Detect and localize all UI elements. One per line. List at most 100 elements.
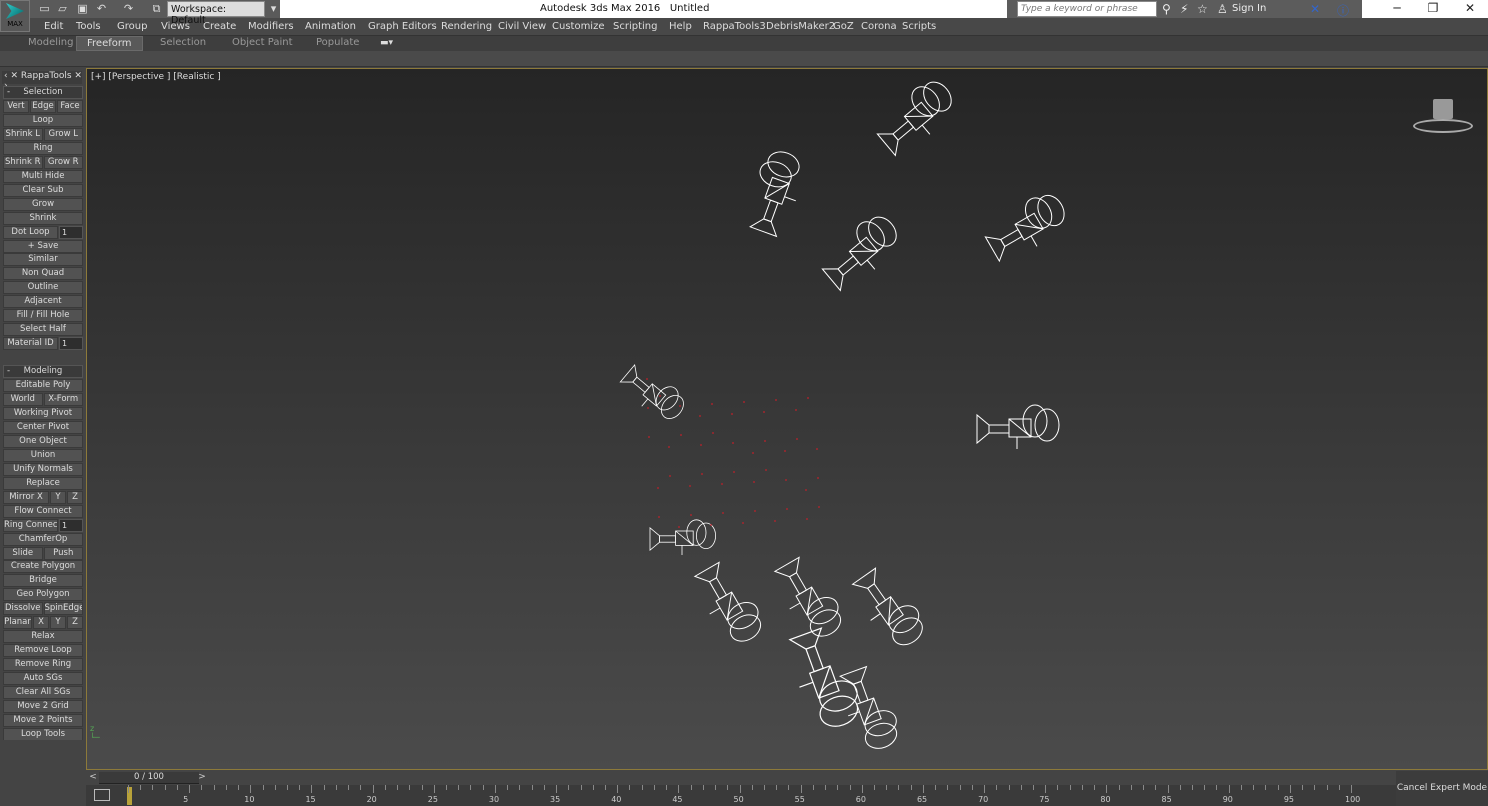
camera-rig-wireframe[interactable] [816,209,907,295]
remove-loop-button[interactable]: Remove Loop [3,644,83,658]
prev-frame-button[interactable]: < [87,772,99,784]
clear-sub-button[interactable]: Clear Sub [3,183,83,197]
mirror-x-button[interactable]: Mirror X [3,490,49,504]
spinner[interactable]: 1 [59,518,83,532]
spinner[interactable]: 1 [59,337,83,351]
camera-rig-wireframe[interactable] [741,146,810,238]
non-quad-button[interactable]: Non Quad [3,267,83,281]
grow-button[interactable]: Grow [3,197,83,211]
camera-rig-wireframe[interactable] [617,359,690,428]
union-button[interactable]: Union [3,448,83,462]
undo-icon[interactable]: ↶ [95,2,108,15]
favorites-star-icon[interactable]: ☆ [1197,2,1208,16]
rollout-modeling[interactable]: - Modeling [3,365,83,379]
x-form-button[interactable]: X-Form [43,393,83,407]
sign-in-button[interactable]: Sign In [1232,3,1266,14]
menu-tools[interactable]: Tools [76,21,101,32]
tab-object-paint[interactable]: Object Paint [222,36,303,51]
planar-button[interactable]: Planar [3,616,32,630]
vert-button[interactable]: Vert [3,100,29,113]
chamferop-button[interactable]: ChamferOp [3,532,83,546]
z-button[interactable]: Z [67,490,83,504]
y-button[interactable]: Y [50,490,66,504]
workspace-dropdown[interactable]: Workspace: Default [167,1,265,26]
rollout-selection[interactable]: - Selection [3,86,83,99]
relax-button[interactable]: Relax [3,630,83,644]
menu-goz[interactable]: GoZ [833,21,854,32]
camera-rig-wireframe[interactable] [980,187,1073,266]
menu-help[interactable]: Help [669,21,692,32]
perspective-viewport[interactable]: [+] [Perspective ] [Realistic ] z └─ [86,68,1488,770]
time-slider[interactable]: < 0 / 100 > [86,771,1396,785]
curve-editor-icon[interactable] [94,789,110,801]
similar-button[interactable]: Similar [3,253,83,267]
material-id-button[interactable]: Material ID [3,337,58,351]
redo-icon[interactable]: ↷ [122,2,135,15]
bridge-button[interactable]: Bridge [3,574,83,588]
cancel-expert-mode-button[interactable]: Cancel Expert Mode [1396,771,1488,806]
shrink-l-button[interactable]: Shrink L [3,127,43,141]
camera-rig-wireframe[interactable] [770,552,849,645]
x-button[interactable]: X [33,616,49,630]
menu-debrismaker2[interactable]: DebrisMaker2 [766,21,835,32]
center-pivot-button[interactable]: Center Pivot [3,420,83,434]
track-bar[interactable]: 5 10 15 20 25 30 35 40 45 50 55 60 65 70 75 80 85 90 95 100 [86,785,1396,806]
tab-freeform[interactable]: Freeform [76,36,143,51]
ring-connect-button[interactable]: Ring Connect [3,518,58,532]
ribbon-options-icon[interactable]: ▬▾ [380,38,393,48]
menu-customize[interactable]: Customize [552,21,605,32]
menu-graph-editors[interactable]: Graph Editors [368,21,437,32]
z-button[interactable]: Z [67,616,83,630]
menu-modifiers[interactable]: Modifiers [248,21,294,32]
menu-group[interactable]: Group [117,21,147,32]
loop-tools-button[interactable]: Loop Tools [3,727,83,740]
unify-normals-button[interactable]: Unify Normals [3,462,83,476]
shrink-button[interactable]: Shrink [3,211,83,225]
flow-connect-button[interactable]: Flow Connect [3,504,83,518]
menu-scripts[interactable]: Scripts [902,21,936,32]
project-folder-icon[interactable]: ⧉ [150,2,163,15]
world-button[interactable]: World [3,393,43,407]
minimize-button[interactable]: ─ [1382,1,1412,15]
adjacent-button[interactable]: Adjacent [3,295,83,309]
customize-toolbar-icon[interactable]: ▾ [267,2,280,15]
dissolve-button[interactable]: Dissolve [3,602,43,616]
tab-selection[interactable]: Selection [150,36,216,51]
menu-scripting[interactable]: Scripting [613,21,657,32]
camera-rig-wireframe[interactable] [848,562,931,654]
menu-rappatools3[interactable]: RappaTools3 [703,21,766,32]
move-2-points-button[interactable]: Move 2 Points [3,713,83,727]
push-button[interactable]: Push [43,546,83,560]
ring-button[interactable]: Ring [3,141,83,155]
remove-ring-button[interactable]: Remove Ring [3,658,83,672]
create-polygon-button[interactable]: Create Polygon [3,560,83,574]
viewcube-ring[interactable] [1413,119,1473,133]
move-2-grid-button[interactable]: Move 2 Grid [3,699,83,713]
close-button[interactable]: ✕ [1455,1,1485,15]
communication-icon[interactable]: ⚡ [1180,2,1188,16]
restore-button[interactable]: ❐ [1418,1,1448,15]
exchange-apps-icon[interactable]: ✕ [1310,2,1320,16]
select-half-button[interactable]: Select Half [3,323,83,337]
menu-edit[interactable]: Edit [44,21,63,32]
collapse-icon[interactable]: - [7,366,10,377]
menu-rendering[interactable]: Rendering [441,21,492,32]
menu-views[interactable]: Views [161,21,190,32]
y-button[interactable]: Y [50,616,66,630]
shrink-r-button[interactable]: Shrink R [3,155,43,169]
menu-create[interactable]: Create [203,21,236,32]
collapse-icon[interactable]: - [7,87,10,98]
spinner[interactable]: 1 [59,225,83,239]
tab-modeling[interactable]: Modeling [18,36,84,51]
menu-civil-view[interactable]: Civil View [498,21,546,32]
menu-animation[interactable]: Animation [305,21,356,32]
one-object-button[interactable]: One Object [3,434,83,448]
edge-button[interactable]: Edge [30,100,56,113]
search-input[interactable]: Type a keyword or phrase [1017,1,1157,17]
open-file-icon[interactable]: ▱ [56,2,69,15]
loop-button[interactable]: Loop [3,113,83,127]
camera-rig-wireframe[interactable] [871,74,962,160]
editable-poly-button[interactable]: Editable Poly [3,379,83,393]
camera-rig-wireframe[interactable] [649,519,717,556]
multi-hide-button[interactable]: Multi Hide [3,169,83,183]
